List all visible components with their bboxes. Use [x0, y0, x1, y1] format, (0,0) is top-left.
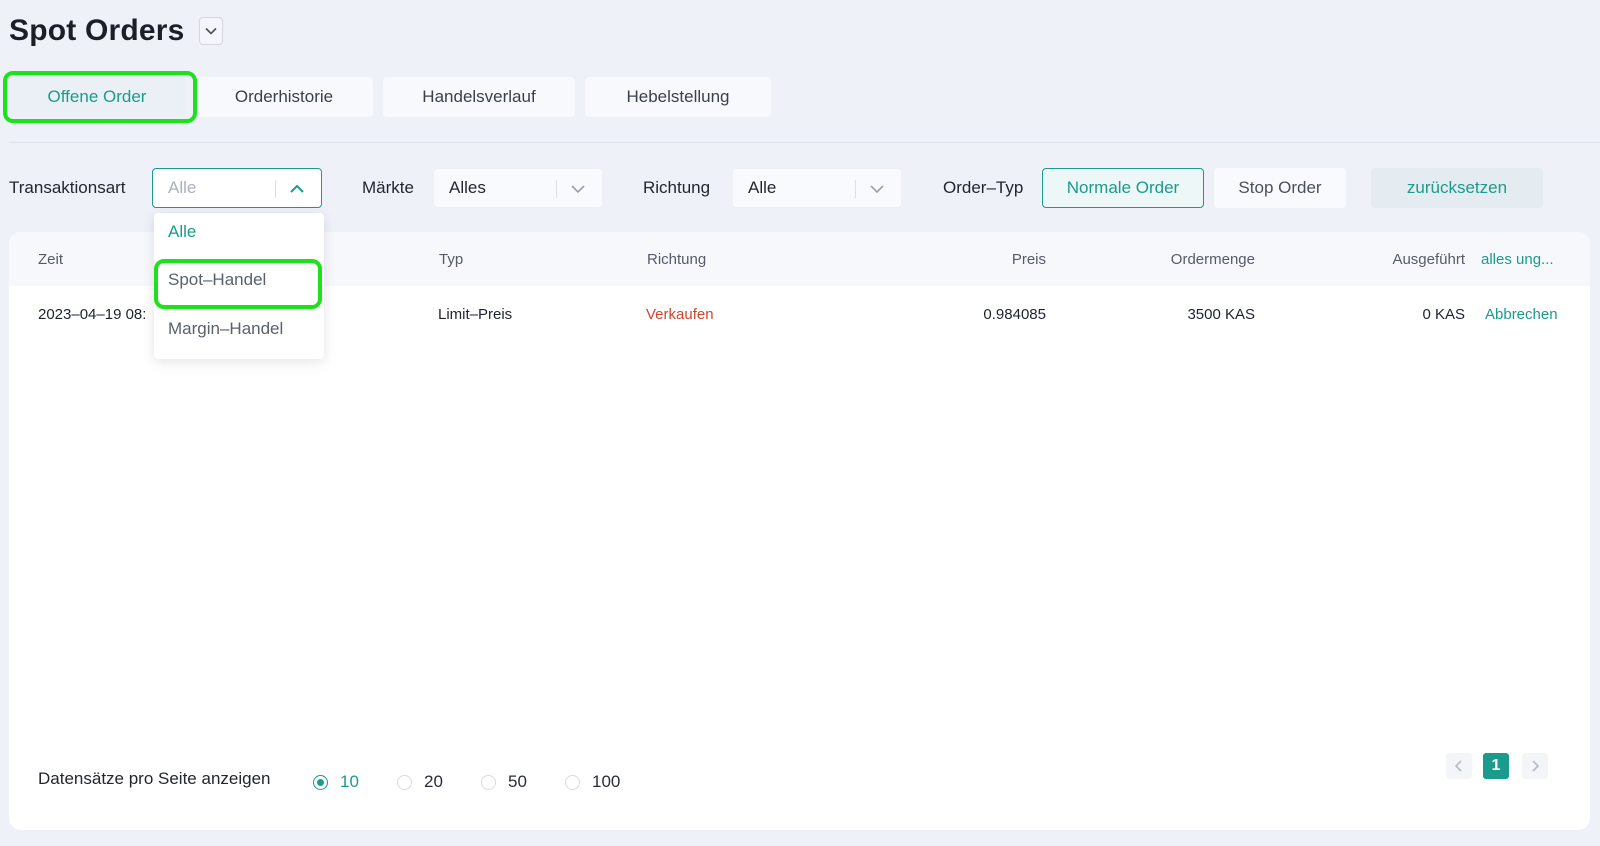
chevron-left-icon	[1454, 760, 1462, 772]
radio-icon	[481, 774, 496, 790]
chevron-down-icon	[870, 185, 884, 194]
page-size-value: 10	[340, 772, 359, 791]
cancel-order-link[interactable]: Abbrechen	[1485, 306, 1558, 323]
records-per-page-label: Datensätze pro Seite anzeigen	[38, 769, 271, 788]
page-size-option-50[interactable]: 50	[481, 772, 527, 792]
column-header-typ: Typ	[439, 251, 464, 268]
order-tabs: Offene Order Orderhistorie Handelsverlau…	[9, 77, 771, 117]
chevron-down-icon	[571, 185, 585, 194]
markets-select[interactable]: Alles	[433, 168, 603, 208]
radio-icon	[397, 774, 412, 790]
dropdown-option-alle[interactable]: Alle	[168, 222, 196, 242]
normal-order-button[interactable]: Normale Order	[1042, 168, 1204, 208]
column-header-ordermenge: Ordermenge	[1170, 251, 1255, 268]
direction-select[interactable]: Alle	[732, 168, 902, 208]
cell-amount: 3500 KAS	[1187, 306, 1255, 323]
tab-hebelstellung[interactable]: Hebelstellung	[585, 77, 771, 117]
markets-value: Alles	[449, 178, 486, 197]
dropdown-option-margin-handel[interactable]: Margin–Handel	[168, 319, 283, 339]
page-size-value: 100	[592, 772, 621, 791]
chevron-right-icon	[1532, 760, 1540, 772]
cell-direction: Verkaufen	[646, 306, 714, 323]
column-header-preis: Preis	[1011, 251, 1046, 268]
page-title: Spot Orders	[9, 14, 185, 47]
transaction-type-label: Transaktionsart	[9, 178, 126, 197]
transaction-type-dropdown: Alle Spot–Handel Margin–Handel	[154, 213, 324, 359]
select-separator	[275, 180, 276, 198]
column-header-ausgefuehrt: Ausgeführt	[1392, 251, 1465, 268]
prev-page-button[interactable]	[1446, 753, 1472, 779]
markets-label: Märkte	[362, 178, 414, 197]
divider	[9, 142, 1600, 143]
chevron-up-icon	[290, 184, 304, 193]
direction-value: Alle	[748, 178, 777, 197]
tab-offene-order[interactable]: Offene Order	[9, 77, 185, 117]
tab-orderhistorie[interactable]: Orderhistorie	[195, 77, 373, 117]
page-size-option-100[interactable]: 100	[565, 772, 620, 792]
radio-icon	[565, 774, 580, 790]
page-size-option-10[interactable]: 10	[313, 772, 359, 792]
next-page-button[interactable]	[1522, 753, 1548, 779]
page-size-value: 50	[508, 772, 527, 791]
direction-label: Richtung	[643, 178, 711, 197]
order-type-label: Order–Typ	[943, 178, 1024, 197]
radio-icon	[313, 774, 328, 790]
filter-bar: Transaktionsart Alle Märkte Alles Richtu…	[9, 168, 1560, 208]
select-separator	[556, 180, 557, 198]
cancel-all-link[interactable]: alles ung...	[1481, 251, 1554, 268]
title-dropdown-button[interactable]	[198, 17, 223, 45]
column-header-richtung: Richtung	[647, 251, 707, 268]
cell-type: Limit–Preis	[438, 306, 513, 323]
transaction-type-placeholder: Alle	[168, 178, 197, 197]
title-row: Spot Orders	[9, 14, 223, 48]
dropdown-option-spot-handel[interactable]: Spot–Handel	[168, 270, 266, 290]
cell-price: 0.984085	[983, 306, 1046, 323]
transaction-type-select[interactable]: Alle	[152, 168, 322, 208]
cell-time: 2023–04–19 08:	[38, 306, 147, 323]
column-header-zeit: Zeit	[38, 251, 64, 268]
page-size-value: 20	[424, 772, 443, 791]
page-size-option-20[interactable]: 20	[397, 772, 443, 792]
stop-order-button[interactable]: Stop Order	[1214, 168, 1346, 208]
tab-handelsverlauf[interactable]: Handelsverlauf	[383, 77, 575, 117]
cell-executed: 0 KAS	[1422, 306, 1465, 323]
page-number-current[interactable]: 1	[1483, 753, 1509, 779]
chevron-down-icon	[205, 27, 217, 35]
reset-button[interactable]: zurücksetzen	[1371, 168, 1543, 208]
select-separator	[855, 180, 856, 198]
